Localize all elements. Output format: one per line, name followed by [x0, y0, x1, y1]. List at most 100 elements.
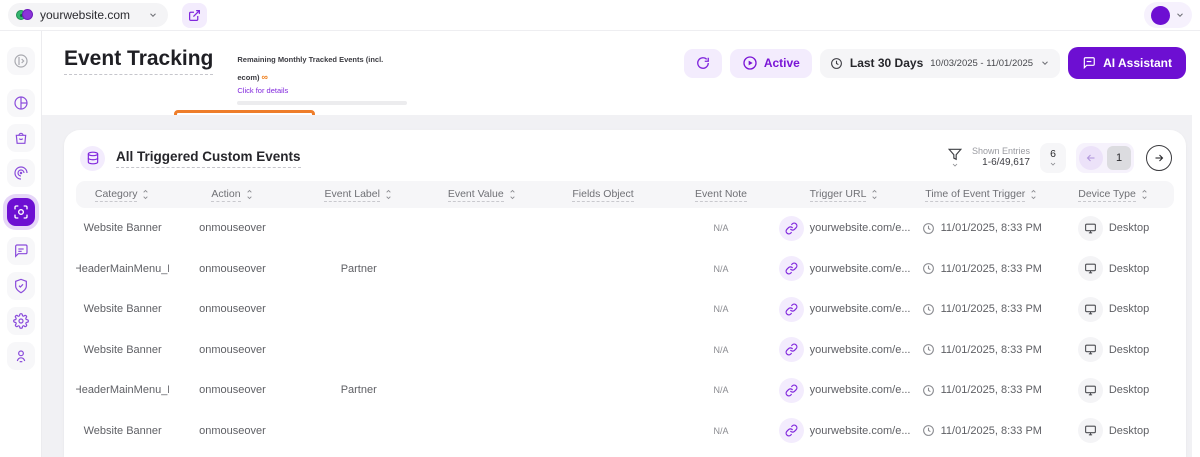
sidebar-item-user-location[interactable]	[6, 342, 35, 370]
card-title: All Triggered Custom Events	[116, 149, 301, 168]
prev-page-button[interactable]	[1079, 146, 1103, 170]
sort-icon[interactable]	[1029, 189, 1038, 200]
date-range-picker[interactable]: Last 30 Days 10/03/2025 - 11/01/2025	[819, 48, 1061, 78]
cell-trigger-url[interactable]: yourwebsite.com/e...	[778, 296, 911, 322]
play-circle-icon	[743, 56, 757, 70]
device-text: Desktop	[1108, 303, 1150, 316]
column-label: Device Type	[1078, 187, 1136, 202]
desktop-icon	[1077, 256, 1103, 282]
cell-action: onmouseover	[199, 262, 266, 275]
link-icon[interactable]	[778, 337, 804, 363]
ai-assistant-button[interactable]: AI Assistant	[1068, 47, 1186, 79]
table-row[interactable]: Website Banner onmouseover N/A yourwebsi…	[76, 289, 1174, 330]
range-label: Last 30 Days	[849, 56, 924, 70]
cell-trigger-url[interactable]: yourwebsite.com/e...	[778, 337, 911, 363]
sidebar-item-event-tracking[interactable]	[6, 198, 35, 226]
content-area: All Triggered Custom Events Shown Entrie…	[42, 115, 1192, 457]
column-label: Time of Event Trigger	[925, 187, 1026, 202]
cell-category: Website Banner	[83, 343, 162, 356]
table-row[interactable]: T3_HeaderMainMenu_De... onmouseover Part…	[76, 370, 1174, 411]
sidebar-item-dashboard[interactable]	[6, 89, 35, 117]
scrollbar-track[interactable]	[1192, 31, 1200, 457]
user-menu[interactable]	[1144, 2, 1192, 28]
column-label: Event Value	[447, 187, 504, 202]
table-header-row: Category Action Event Label Event Value …	[76, 181, 1174, 208]
column-header[interactable]: Device Type	[1053, 188, 1174, 202]
column-header[interactable]: Event Label	[296, 188, 422, 202]
funnel-icon	[947, 148, 962, 161]
device-text: Desktop	[1108, 384, 1150, 397]
cell-category: Website Banner	[83, 222, 162, 235]
click-for-details-link[interactable]: Click for details	[237, 86, 412, 95]
sidebar-item-conversion-funnel[interactable]	[6, 124, 35, 152]
time-text: 11/01/2025, 8:33 PM	[940, 303, 1042, 316]
page-size-select[interactable]: 6	[1040, 143, 1066, 173]
cell-time: 11/01/2025, 8:33 PM	[910, 303, 1053, 316]
column-header[interactable]: Fields Object	[543, 188, 664, 202]
next-page-button[interactable]	[1146, 145, 1172, 171]
device-text: Desktop	[1108, 343, 1150, 356]
arrow-left-icon	[1086, 154, 1095, 162]
cell-trigger-url[interactable]: yourwebsite.com/e...	[778, 377, 910, 403]
trigger-url-text: yourwebsite.com/e...	[809, 343, 911, 356]
table-row[interactable]: T3_HeaderMainMenu_De... onmouseover Part…	[76, 249, 1174, 290]
open-site-button[interactable]	[182, 2, 207, 28]
column-header[interactable]: Time of Event Trigger	[910, 188, 1053, 202]
sidebar-item-seo-checker[interactable]	[6, 272, 35, 300]
refresh-button[interactable]	[683, 48, 722, 78]
sort-icon[interactable]	[141, 189, 150, 200]
clock-icon	[922, 425, 934, 437]
cell-event-note: N/A	[713, 263, 729, 274]
device-text: Desktop	[1108, 262, 1150, 275]
column-label: Trigger URL	[809, 187, 867, 202]
cell-action: onmouseover	[199, 424, 266, 437]
shown-entries: Shown Entries 1-6/49,617	[972, 146, 1030, 170]
link-icon[interactable]	[778, 215, 804, 241]
link-icon[interactable]	[778, 377, 804, 403]
sidebar-item-expand[interactable]	[6, 47, 35, 75]
desktop-icon	[1077, 377, 1103, 403]
column-header[interactable]: Event Note	[663, 188, 778, 202]
bag-icon	[15, 132, 26, 144]
sidebar-item-settings[interactable]	[6, 307, 35, 335]
page-header: Event Tracking Remaining Monthly Tracked…	[42, 31, 1200, 140]
link-icon[interactable]	[778, 296, 804, 322]
column-header[interactable]: Event Value	[422, 188, 543, 202]
sort-icon[interactable]	[245, 189, 254, 200]
database-icon	[87, 151, 98, 165]
link-icon[interactable]	[778, 256, 804, 282]
column-header[interactable]: Trigger URL	[779, 188, 911, 202]
device-text: Desktop	[1108, 424, 1150, 437]
sidebar-item-feedback[interactable]	[6, 237, 35, 265]
table-row[interactable]: Website Banner onmouseover N/A yourwebsi…	[76, 208, 1174, 249]
cell-trigger-url[interactable]: yourwebsite.com/e...	[778, 215, 911, 241]
time-text: 11/01/2025, 8:33 PM	[940, 424, 1042, 437]
range-dates: 10/03/2025 - 11/01/2025	[930, 57, 1034, 69]
cell-trigger-url[interactable]: yourwebsite.com/e...	[778, 256, 910, 282]
cell-event-note: N/A	[713, 385, 729, 396]
table-row[interactable]: Website Banner onmouseover N/A yourwebsi…	[76, 330, 1174, 371]
current-page[interactable]: 1	[1107, 146, 1131, 170]
sort-icon[interactable]	[1140, 189, 1149, 200]
filter-button[interactable]	[947, 147, 962, 169]
table-row[interactable]: Website Banner onmouseover N/A yourwebsi…	[76, 411, 1174, 452]
sort-icon[interactable]	[384, 189, 393, 200]
sidebar	[0, 31, 42, 457]
sort-icon[interactable]	[508, 189, 517, 200]
column-label: Action	[211, 187, 241, 202]
trigger-url-text: yourwebsite.com/e...	[809, 303, 911, 316]
link-icon[interactable]	[778, 418, 804, 444]
trigger-url-text: yourwebsite.com/e...	[809, 222, 911, 235]
person-pin-icon	[16, 350, 25, 363]
chevron-down-icon	[952, 163, 958, 167]
sidebar-item-session-replay[interactable]	[6, 159, 35, 187]
tracking-status-button[interactable]: Active	[729, 48, 812, 78]
chat-bubble-icon	[14, 244, 28, 258]
column-header[interactable]: Category	[76, 188, 169, 202]
avatar	[1151, 5, 1170, 25]
cell-trigger-url[interactable]: yourwebsite.com/e...	[778, 418, 910, 444]
column-header[interactable]: Action	[169, 188, 295, 202]
domain-selector[interactable]: yourwebsite.com	[8, 3, 168, 27]
time-text: 11/01/2025, 8:33 PM	[940, 384, 1042, 397]
sort-icon[interactable]	[870, 189, 879, 200]
